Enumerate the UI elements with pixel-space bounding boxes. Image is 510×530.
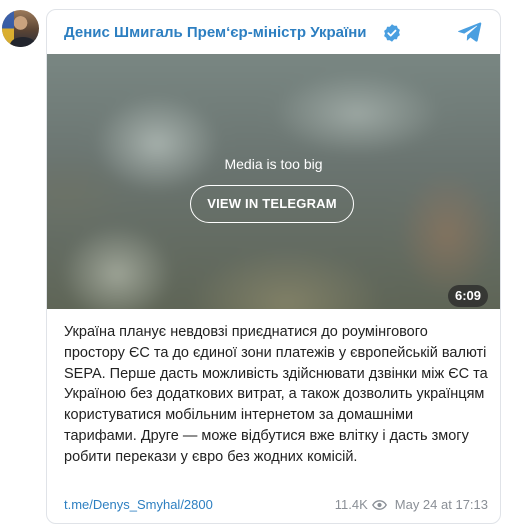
media-too-big-message: Media is too big	[224, 156, 323, 172]
channel-avatar[interactable]	[2, 10, 39, 47]
view-count: 11.4K	[334, 497, 368, 512]
post-text: Україна планує невдовзі приєднатися до р…	[64, 324, 488, 465]
post-card: Денис Шмигаль Прем‘єр-міністр України Me…	[46, 9, 501, 524]
avatar-figure	[10, 37, 36, 47]
telegram-logo-icon[interactable]	[458, 21, 482, 43]
view-in-telegram-button[interactable]: VIEW IN TELEGRAM	[190, 185, 354, 223]
eye-icon	[371, 500, 387, 510]
post-header: Денис Шмигаль Прем‘єр-міністр України	[47, 10, 500, 54]
blurred-thumbnail	[47, 54, 500, 309]
video-preview[interactable]: Media is too big VIEW IN TELEGRAM 6:09	[47, 54, 500, 309]
post-footer: t.me/Denys_Smyhal/2800 11.4K May 24 at 1…	[64, 497, 488, 515]
post-date[interactable]: May 24 at 17:13	[395, 497, 488, 512]
channel-name[interactable]: Денис Шмигаль Прем‘єр-міністр України	[64, 24, 366, 41]
video-duration-badge: 6:09	[447, 285, 488, 307]
post-link[interactable]: t.me/Denys_Smyhal/2800	[64, 497, 213, 512]
verified-badge-icon	[384, 24, 400, 42]
post-meta: 11.4K May 24 at 17:13	[335, 497, 488, 512]
